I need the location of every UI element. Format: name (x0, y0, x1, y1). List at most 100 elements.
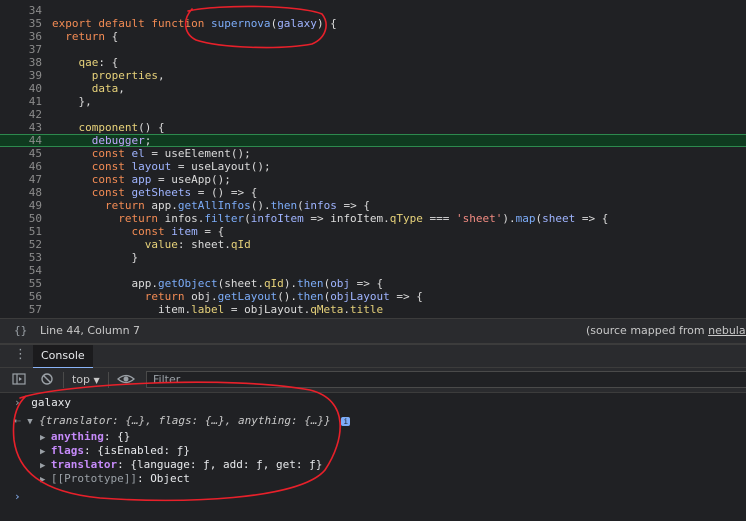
line-number[interactable]: 41 (0, 95, 42, 108)
code-text: value: sheet.qId (144, 238, 251, 251)
code-line[interactable]: 54 (0, 264, 746, 277)
code-line[interactable]: 46 const layout = useLayout(); (0, 160, 746, 173)
line-number[interactable]: 43 (0, 121, 42, 134)
property-row[interactable]: ▶ translator: {language: ƒ, add: ƒ, get:… (40, 458, 322, 472)
line-number[interactable]: 49 (0, 199, 42, 212)
property-row[interactable]: ▶ [[Prototype]]: Object (40, 472, 190, 486)
code-line[interactable]: 57 item.label = objLayout.qMeta.title (0, 303, 746, 316)
context-label: top (72, 373, 91, 386)
line-number[interactable]: 44 (0, 135, 42, 146)
line-number[interactable]: 47 (0, 173, 42, 186)
line-number[interactable]: 38 (0, 56, 42, 69)
line-number[interactable]: 42 (0, 108, 42, 121)
code-line[interactable]: 53 } (0, 251, 746, 264)
code-text: data, (91, 82, 125, 95)
line-number[interactable]: 35 (0, 17, 42, 30)
code-line[interactable]: 50 return infos.filter(infoItem => infoI… (0, 212, 746, 225)
code-text: const el = useElement(); (91, 147, 251, 160)
line-number[interactable]: 57 (0, 303, 42, 316)
info-badge-icon[interactable]: i (341, 416, 351, 426)
property-value: {language: ƒ, add: ƒ, get: ƒ} (130, 458, 323, 471)
code-line[interactable]: 42 (0, 108, 746, 121)
code-text: item.label = objLayout.qMeta.title (52, 303, 384, 316)
code-line[interactable]: 52 value: sheet.qId (0, 238, 746, 251)
live-expression-eye-icon[interactable] (117, 372, 135, 388)
code-line[interactable]: 51 const item = { (0, 225, 746, 238)
pretty-print-icon[interactable]: {} (14, 324, 27, 337)
code-line[interactable]: 40 data, (0, 82, 746, 95)
code-line[interactable]: 47 const app = useApp(); (0, 173, 746, 186)
code-line[interactable]: 44 debugger; (0, 134, 746, 147)
code-line[interactable]: 45 const el = useElement(); (0, 147, 746, 160)
cursor-position: Line 44, Column 7 (40, 324, 141, 337)
line-number[interactable]: 50 (0, 212, 42, 225)
expand-triangle-icon[interactable]: ▶ (40, 475, 51, 485)
line-number[interactable]: 52 (0, 238, 42, 251)
expand-triangle-icon[interactable]: ▶ (40, 461, 51, 471)
code-line[interactable]: 41 }, (0, 95, 746, 108)
context-selector[interactable]: top ▼ (72, 372, 100, 388)
expand-triangle-icon[interactable]: ▶ (40, 433, 51, 443)
sidebar-toggle-icon[interactable] (12, 372, 26, 388)
line-number[interactable]: 53 (0, 251, 42, 264)
code-text: const getSheets = () => { (91, 186, 258, 199)
code-text: component() { (78, 121, 165, 134)
code-line[interactable]: 39 properties, (0, 69, 746, 82)
property-key: anything (50, 430, 104, 443)
line-number[interactable]: 39 (0, 69, 42, 82)
code-text: const layout = useLayout(); (91, 160, 271, 173)
source-map-link[interactable]: nebula-reac (708, 324, 746, 337)
line-number[interactable]: 34 (0, 4, 42, 17)
drawer-tab-bar: ⋮ Console (0, 345, 746, 369)
code-line[interactable]: 43 component() { (0, 121, 746, 134)
line-number[interactable]: 48 (0, 186, 42, 199)
filter-input[interactable]: Filter (146, 371, 746, 388)
property-value: {isEnabled: ƒ} (97, 444, 190, 457)
code-line[interactable]: 37 (0, 43, 746, 56)
line-number[interactable]: 56 (0, 290, 42, 303)
expand-triangle-icon[interactable]: ▼ (27, 417, 32, 427)
line-number[interactable]: 46 (0, 160, 42, 173)
code-line[interactable]: 35 export default function supernova(gala… (0, 17, 746, 30)
drawer-menu-icon[interactable]: ⋮ (14, 348, 28, 362)
line-number[interactable]: 54 (0, 264, 42, 277)
code-line[interactable]: 34 (0, 4, 746, 17)
clear-console-icon[interactable] (40, 372, 54, 388)
line-number[interactable]: 36 (0, 30, 42, 43)
source-map-info: (source mapped from nebula-reac (586, 324, 746, 337)
code-line[interactable]: 56 return obj.getLayout().then(objLayout… (0, 290, 746, 303)
tab-console[interactable]: Console (33, 345, 93, 369)
property-value: Object (150, 472, 190, 485)
line-number[interactable]: 55 (0, 277, 42, 290)
property-row[interactable]: ▶ anything: {} (40, 430, 130, 444)
code-line[interactable]: 36 return { (0, 30, 746, 43)
console-toolbar: top ▼ Filter (0, 368, 746, 393)
console-result-line[interactable]: ⇠ ▼ {translator: {…}, flags: {…}, anythi… (14, 414, 351, 428)
property-row[interactable]: ▶ flags: {isEnabled: ƒ} (40, 444, 190, 458)
property-key: flags (50, 444, 84, 457)
chevron-down-icon: ▼ (93, 376, 100, 385)
console-prompt[interactable]: › (14, 490, 21, 504)
property-value: {} (117, 430, 131, 443)
code-text: } (52, 251, 139, 264)
console-input-text: galaxy (31, 396, 71, 409)
chevron-right-icon: › (14, 396, 21, 409)
expand-triangle-icon[interactable]: ▶ (40, 447, 51, 457)
code-editor[interactable]: 34 35 export default function supernova(ga… (0, 0, 746, 318)
console-output: › galaxy ⇠ ▼ {translator: {…}, flags: {…… (0, 393, 746, 521)
code-line[interactable]: 55 app.getObject(sheet.qId).then(obj => … (0, 277, 746, 290)
line-number[interactable]: 37 (0, 43, 42, 56)
console-input-line: › galaxy (14, 396, 71, 410)
code-line[interactable]: 38 qae: { (0, 56, 746, 69)
property-key: translator (50, 458, 118, 471)
line-number[interactable]: 45 (0, 147, 42, 160)
code-text: app.getObject(sheet.qId).then(obj => { (52, 277, 384, 290)
code-text: debugger; (91, 134, 152, 147)
line-number[interactable]: 40 (0, 82, 42, 95)
code-line[interactable]: 48 const getSheets = () => { (0, 186, 746, 199)
return-arrow-icon: ⇠ (14, 414, 21, 427)
line-number[interactable]: 51 (0, 225, 42, 238)
code-line[interactable]: 49 return app.getAllInfos().then(infos =… (0, 199, 746, 212)
code-text: const item = { (131, 225, 225, 238)
property-key: [[Prototype]] (50, 472, 137, 485)
